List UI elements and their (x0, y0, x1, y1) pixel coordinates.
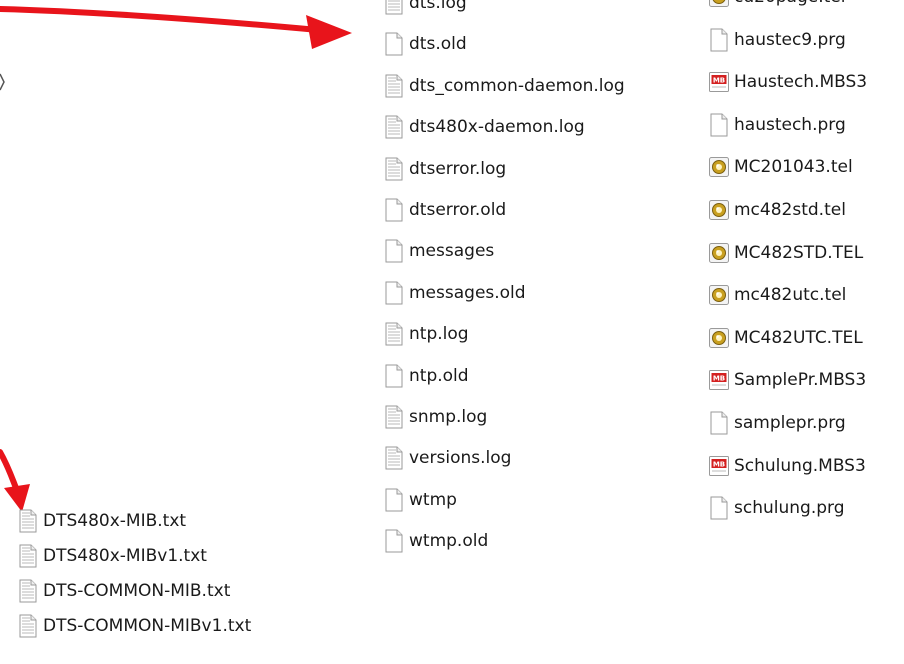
file-name: wtmp (409, 489, 457, 510)
blank-file-icon (383, 32, 405, 56)
file-name: wtmp.old (409, 531, 489, 552)
file-item[interactable]: versions.log (383, 445, 511, 471)
blank-file-icon (708, 411, 730, 435)
file-item[interactable]: MB Schulung.MBS3 (708, 453, 866, 479)
file-name: DTS-COMMON-MIB.txt (43, 581, 231, 601)
file-item[interactable]: mc482utc.tel (708, 282, 846, 308)
file-name: schulung.prg (734, 498, 845, 519)
file-name: mc482utc.tel (734, 285, 847, 306)
text-file-icon (383, 0, 405, 15)
file-name: ntp.old (409, 365, 469, 386)
blank-file-icon (383, 239, 405, 263)
file-item[interactable]: dts.log (383, 0, 467, 16)
blank-file-icon (383, 529, 405, 553)
file-item[interactable]: DTS480x-MIB.txt (17, 508, 186, 534)
file-name: dts.old (409, 34, 467, 55)
file-item[interactable]: haustech.prg (708, 112, 846, 138)
file-item[interactable]: mc482std.tel (708, 197, 846, 223)
file-name: Schulung.MBS3 (734, 455, 866, 476)
file-item[interactable]: snmp.log (383, 404, 487, 430)
mbs-file-icon: MB (708, 70, 730, 94)
blank-file-icon (383, 488, 405, 512)
file-name: MC482UTC.TEL (734, 327, 863, 348)
file-item[interactable]: messages (383, 238, 494, 264)
file-item[interactable]: dts_common-daemon.log (383, 73, 625, 99)
text-file-icon (17, 509, 39, 533)
telephone-file-icon (708, 283, 730, 307)
file-name: mc482std.tel (734, 200, 846, 220)
text-file-icon (383, 157, 405, 181)
telephone-file-icon (708, 326, 730, 350)
file-name: dts_common-daemon.log (409, 75, 625, 96)
file-item[interactable]: wtmp.old (383, 528, 488, 554)
file-item[interactable]: MC482STD.TEL (708, 240, 863, 266)
text-file-icon (17, 614, 39, 638)
file-name: dtserror.log (409, 158, 507, 179)
file-name: MC201043.tel (734, 157, 853, 178)
text-file-icon (17, 579, 39, 603)
file-name: MC482STD.TEL (734, 242, 864, 263)
file-item[interactable]: dtserror.log (383, 156, 506, 182)
file-name: dts.log (409, 0, 467, 13)
text-file-icon (383, 115, 405, 139)
svg-text:MB: MB (713, 375, 725, 383)
file-item[interactable]: samplepr.prg (708, 410, 846, 436)
file-name: versions.log (409, 448, 512, 469)
file-item[interactable]: DTS480x-MIBv1.txt (17, 543, 207, 569)
blank-file-icon (708, 496, 730, 520)
file-name: Haustech.MBS3 (734, 72, 868, 93)
text-file-icon (383, 446, 405, 470)
telephone-file-icon (708, 155, 730, 179)
mbs-file-icon: MB (708, 454, 730, 478)
file-name: samplepr.prg (734, 413, 846, 433)
file-item[interactable]: ntp.log (383, 321, 469, 347)
file-item[interactable]: dtserror.old (383, 197, 506, 223)
svg-text:MB: MB (713, 460, 725, 468)
file-item[interactable]: wtmp (383, 487, 457, 513)
file-item[interactable]: schulung.prg (708, 495, 845, 521)
file-item[interactable]: dts.old (383, 31, 467, 57)
blank-file-icon (708, 113, 730, 137)
file-item[interactable]: MB SamplePr.MBS3 (708, 367, 866, 393)
file-item[interactable]: haustec9.prg (708, 27, 846, 53)
file-item[interactable]: MC201043.tel (708, 154, 853, 180)
file-item[interactable]: DTS-COMMON-MIB.txt (17, 578, 230, 604)
file-name: messages (409, 241, 495, 262)
text-file-icon (383, 74, 405, 98)
file-name: messages.old (409, 282, 526, 303)
file-item[interactable]: MC482UTC.TEL (708, 325, 863, 351)
edge-glyph (0, 70, 6, 98)
file-name: DTS480x-MIBv1.txt (43, 546, 207, 566)
file-name: dts480x-daemon.log (409, 117, 585, 138)
text-file-icon (383, 405, 405, 429)
blank-file-icon (383, 281, 405, 305)
blank-file-icon (708, 28, 730, 52)
file-name: ntp.log (409, 324, 469, 345)
telephone-file-icon (708, 198, 730, 222)
red-arrow-top (0, 0, 370, 60)
file-name: SamplePr.MBS3 (734, 370, 867, 391)
file-item[interactable]: messages.old (383, 280, 526, 306)
file-item[interactable]: MB Haustech.MBS3 (708, 69, 867, 95)
file-item[interactable]: ntp.old (383, 363, 469, 389)
file-name: haustech.prg (734, 114, 846, 135)
file-name: haustec9.prg (734, 29, 846, 50)
blank-file-icon (383, 198, 405, 222)
mbs-file-icon: MB (708, 368, 730, 392)
telephone-file-icon (708, 241, 730, 265)
file-item[interactable]: DTS-COMMON-MIBv1.txt (17, 613, 251, 639)
file-name: dtserror.old (409, 200, 507, 220)
svg-text:MB: MB (713, 77, 725, 85)
file-name: cd20page.tel (734, 0, 845, 9)
blank-file-icon (383, 364, 405, 388)
file-name: DTS-COMMON-MIBv1.txt (43, 616, 252, 636)
file-item[interactable]: dts480x-daemon.log (383, 114, 585, 140)
telephone-file-icon (708, 0, 730, 9)
text-file-icon (17, 544, 39, 568)
file-name: DTS480x-MIB.txt (43, 511, 187, 531)
text-file-icon (383, 322, 405, 346)
file-name: snmp.log (409, 407, 488, 427)
file-item[interactable]: cd20page.tel (708, 0, 845, 10)
